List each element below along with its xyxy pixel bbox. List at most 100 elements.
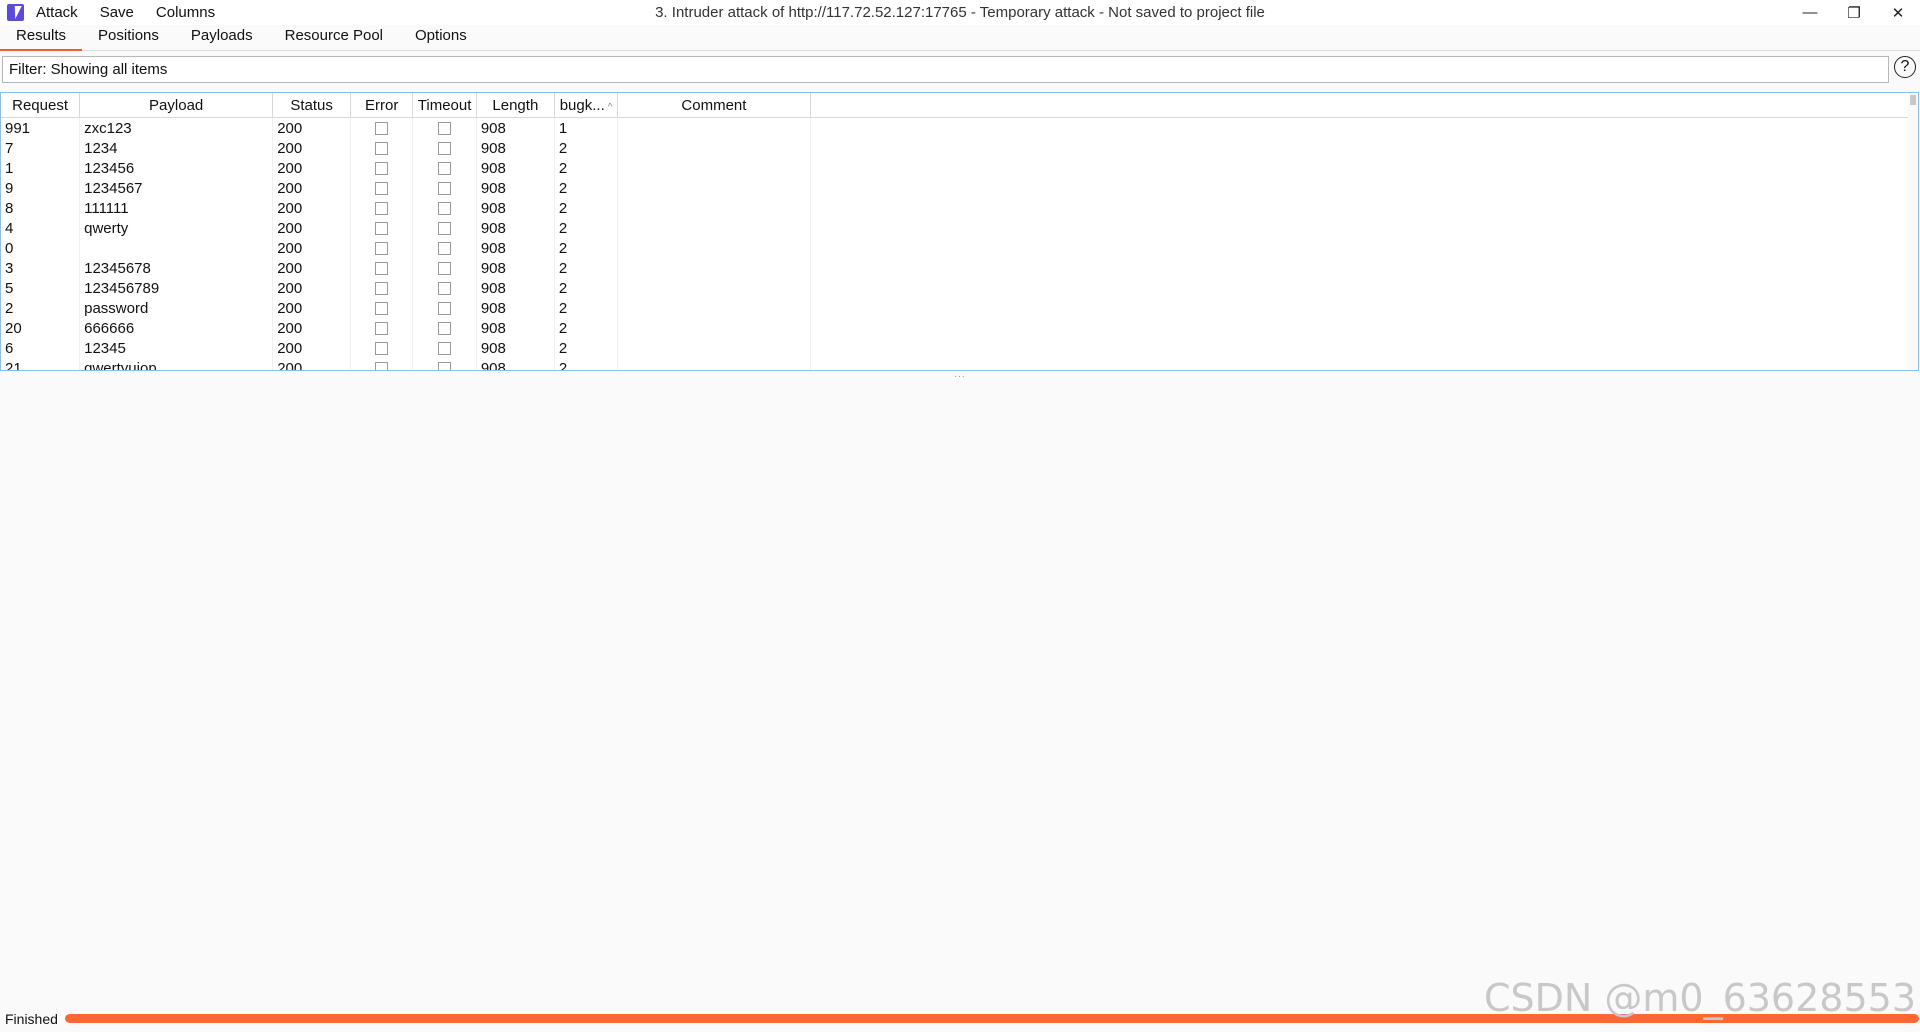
cell-length: 908 xyxy=(476,138,555,158)
table-row[interactable]: 1 123456 200 908 2 xyxy=(1,158,1918,178)
column-header-payload[interactable]: Payload xyxy=(79,93,274,118)
error-checkbox xyxy=(375,122,389,136)
cell-filler xyxy=(810,358,1918,370)
cell-timeout xyxy=(412,238,477,258)
timeout-checkbox xyxy=(438,362,452,370)
cell-error xyxy=(350,238,414,258)
cell-status: 200 xyxy=(272,178,352,198)
cell-status: 200 xyxy=(272,318,352,338)
table-row[interactable]: 0 200 908 2 xyxy=(1,238,1918,258)
cell-request: 6 xyxy=(1,338,81,358)
cell-error xyxy=(350,318,414,338)
cell-error xyxy=(350,178,414,198)
error-checkbox xyxy=(375,202,389,216)
cell-bugk: 2 xyxy=(554,358,619,370)
cell-filler xyxy=(810,158,1918,178)
cell-payload: 111111 xyxy=(79,198,274,218)
filter-text: Filter: Showing all items xyxy=(9,61,168,78)
tab-payloads[interactable]: Payloads xyxy=(175,26,269,50)
cell-payload: 12345 xyxy=(79,338,274,358)
column-header-bugk[interactable]: bugk... ^ xyxy=(554,93,619,118)
scrollbar-thumb[interactable] xyxy=(1910,95,1916,105)
help-icon[interactable]: ? xyxy=(1894,56,1916,78)
cell-filler xyxy=(810,298,1918,318)
cell-comment xyxy=(617,338,811,358)
cell-timeout xyxy=(412,117,477,138)
cell-error xyxy=(350,158,414,178)
error-checkbox xyxy=(375,222,389,236)
table-row[interactable]: 991 zxc123 200 908 1 xyxy=(1,117,1918,138)
cell-length: 908 xyxy=(476,318,555,338)
cell-status: 200 xyxy=(272,117,352,138)
results-table: Request Payload Status Error Timeout Len… xyxy=(0,92,1919,371)
column-header-length[interactable]: Length xyxy=(476,93,555,118)
cell-status: 200 xyxy=(272,338,352,358)
cell-error xyxy=(350,338,414,358)
sort-ascending-icon: ^ xyxy=(607,101,613,113)
cell-request: 8 xyxy=(1,198,81,218)
cell-bugk: 2 xyxy=(554,258,619,278)
cell-request: 3 xyxy=(1,258,81,278)
vertical-scrollbar[interactable] xyxy=(1908,93,1918,370)
window-title: 3. Intruder attack of http://117.72.52.1… xyxy=(655,4,1265,21)
cell-comment xyxy=(617,358,811,370)
column-header-status[interactable]: Status xyxy=(272,93,352,118)
column-header-comment[interactable]: Comment xyxy=(617,93,811,118)
cell-status: 200 xyxy=(272,158,352,178)
menu-save[interactable]: Save xyxy=(96,4,138,21)
tab-resource-pool[interactable]: Resource Pool xyxy=(269,26,399,50)
cell-comment xyxy=(617,178,811,198)
menu-columns[interactable]: Columns xyxy=(152,4,219,21)
error-checkbox xyxy=(375,262,389,276)
cell-request: 1 xyxy=(1,158,81,178)
tab-results[interactable]: Results xyxy=(0,26,83,51)
tab-bar: Results Positions Payloads Resource Pool… xyxy=(0,25,1920,51)
cell-bugk: 2 xyxy=(554,318,619,338)
table-row[interactable]: 4 qwerty 200 908 2 xyxy=(1,218,1918,238)
menu-attack[interactable]: Attack xyxy=(32,4,82,21)
cell-request: 5 xyxy=(1,278,81,298)
restore-button[interactable]: ❐ xyxy=(1832,0,1876,25)
tab-options[interactable]: Options xyxy=(399,26,483,50)
cell-request: 2 xyxy=(1,298,81,318)
column-header-error[interactable]: Error xyxy=(350,93,414,118)
cell-length: 908 xyxy=(476,117,555,138)
cell-length: 908 xyxy=(476,238,555,258)
cell-status: 200 xyxy=(272,198,352,218)
table-row[interactable]: 9 1234567 200 908 2 xyxy=(1,178,1918,198)
timeout-checkbox xyxy=(438,342,452,356)
cell-filler xyxy=(810,138,1918,158)
close-button[interactable]: ✕ xyxy=(1876,0,1920,25)
timeout-checkbox xyxy=(438,302,452,316)
cell-comment xyxy=(617,318,811,338)
splitter-handle[interactable]: ... xyxy=(950,370,970,380)
cell-comment xyxy=(617,158,811,178)
cell-error xyxy=(350,198,414,218)
cell-comment xyxy=(617,298,811,318)
timeout-checkbox xyxy=(438,182,452,196)
table-row[interactable]: 5 123456789 200 908 2 xyxy=(1,278,1918,298)
cell-payload: 123456789 xyxy=(79,278,274,298)
error-checkbox xyxy=(375,322,389,336)
cell-status: 200 xyxy=(272,238,352,258)
cell-payload xyxy=(79,238,274,258)
progress-bar xyxy=(65,1014,1919,1023)
column-header-timeout[interactable]: Timeout xyxy=(412,93,477,118)
filter-bar[interactable]: Filter: Showing all items xyxy=(2,56,1889,83)
table-row[interactable]: 6 12345 200 908 2 xyxy=(1,338,1918,358)
error-checkbox xyxy=(375,362,389,370)
cell-request: 21 xyxy=(1,358,81,370)
table-row[interactable]: 20 666666 200 908 2 xyxy=(1,318,1918,338)
column-header-request[interactable]: Request xyxy=(1,93,81,118)
cell-bugk: 2 xyxy=(554,158,619,178)
cell-status: 200 xyxy=(272,218,352,238)
timeout-checkbox xyxy=(438,202,452,216)
table-row[interactable]: 7 1234 200 908 2 xyxy=(1,138,1918,158)
cell-filler xyxy=(810,278,1918,298)
table-row[interactable]: 2 password 200 908 2 xyxy=(1,298,1918,318)
tab-positions[interactable]: Positions xyxy=(82,26,175,50)
minimize-button[interactable]: — xyxy=(1788,0,1832,25)
table-row[interactable]: 3 12345678 200 908 2 xyxy=(1,258,1918,278)
table-row[interactable]: 8 111111 200 908 2 xyxy=(1,198,1918,218)
cell-length: 908 xyxy=(476,198,555,218)
